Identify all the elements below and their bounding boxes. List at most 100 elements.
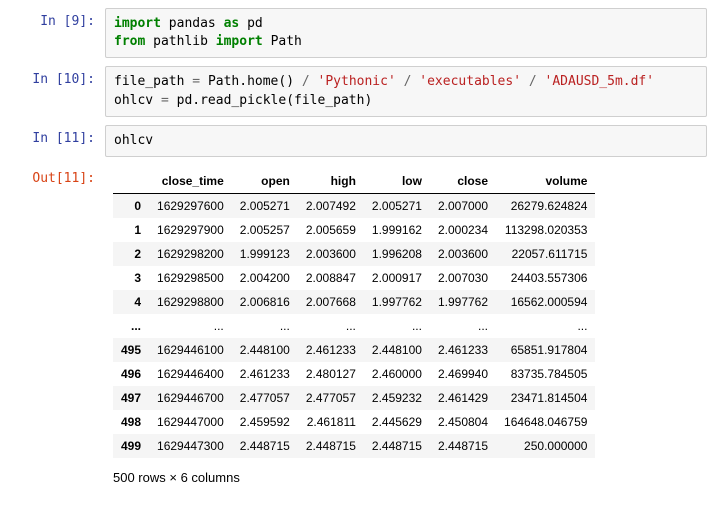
- input-prompt: In [11]:: [0, 125, 105, 157]
- table-cell: 2.477057: [232, 386, 298, 410]
- table-cell: 1629446700: [149, 386, 232, 410]
- table-row: 016292976002.0052712.0074922.0052712.007…: [113, 193, 595, 218]
- table-cell: 2.007492: [298, 193, 364, 218]
- table-cell: 2.005271: [364, 193, 430, 218]
- output-cell-11: Out[11]: close_time open high low close …: [0, 165, 707, 485]
- string: 'Pythonic': [318, 74, 396, 89]
- expr: pd.read_pickle(file_path): [177, 93, 373, 108]
- table-cell: 2.004200: [232, 266, 298, 290]
- row-index: 497: [113, 386, 149, 410]
- table-cell: 65851.917804: [496, 338, 595, 362]
- output-prompt: Out[11]:: [0, 165, 105, 485]
- keyword: from: [114, 34, 145, 49]
- table-cell: 2.460000: [364, 362, 430, 386]
- keyword: import: [216, 34, 263, 49]
- op: /: [404, 74, 412, 89]
- code-cell-9: In [9]: import pandas as pd from pathlib…: [0, 8, 707, 58]
- name: Path: [271, 34, 302, 49]
- table-cell: ...: [430, 314, 496, 338]
- table-cell: 1.997762: [430, 290, 496, 314]
- table-cell: 2.448100: [232, 338, 298, 362]
- var: ohlcv: [114, 93, 153, 108]
- table-cell: 2.007000: [430, 193, 496, 218]
- table-cell: 2.480127: [298, 362, 364, 386]
- table-cell: 2.461233: [232, 362, 298, 386]
- table-cell: 24403.557306: [496, 266, 595, 290]
- row-index: 496: [113, 362, 149, 386]
- row-index: 4: [113, 290, 149, 314]
- table-cell: 2.003600: [298, 242, 364, 266]
- table-cell: 1629297900: [149, 218, 232, 242]
- row-index: 0: [113, 193, 149, 218]
- op: /: [529, 74, 537, 89]
- table-cell: 2.459232: [364, 386, 430, 410]
- table-cell: 26279.624824: [496, 193, 595, 218]
- module: pandas: [169, 16, 216, 31]
- table-cell: 1.999123: [232, 242, 298, 266]
- table-cell: 1.997762: [364, 290, 430, 314]
- table-row: 49616294464002.4612332.4801272.4600002.4…: [113, 362, 595, 386]
- var: ohlcv: [114, 133, 153, 148]
- row-index: 2: [113, 242, 149, 266]
- table-cell: 2.448100: [364, 338, 430, 362]
- table-cell: 1629297600: [149, 193, 232, 218]
- row-index: 495: [113, 338, 149, 362]
- op: =: [192, 74, 200, 89]
- op: /: [302, 74, 310, 89]
- table-cell: 2.461233: [298, 338, 364, 362]
- table-cell: 1629446400: [149, 362, 232, 386]
- table-cell: ...: [496, 314, 595, 338]
- col-header: open: [232, 169, 298, 194]
- table-cell: 2.000917: [364, 266, 430, 290]
- code-input[interactable]: import pandas as pd from pathlib import …: [105, 8, 707, 58]
- table-cell: 1629298500: [149, 266, 232, 290]
- table-row: 316292985002.0042002.0088472.0009172.007…: [113, 266, 595, 290]
- table-cell: 1629447300: [149, 434, 232, 458]
- table-cell: ...: [232, 314, 298, 338]
- table-cell: 2.448715: [430, 434, 496, 458]
- table-cell: ...: [298, 314, 364, 338]
- op: =: [161, 93, 169, 108]
- table-cell: 2.461811: [298, 410, 364, 434]
- col-header: high: [298, 169, 364, 194]
- cell-content: file_path = Path.home() / 'Pythonic' / '…: [105, 66, 707, 116]
- table-row: 49516294461002.4481002.4612332.4481002.4…: [113, 338, 595, 362]
- table-cell: 1629446100: [149, 338, 232, 362]
- table-cell: 1629447000: [149, 410, 232, 434]
- table-row: 416292988002.0068162.0076681.9977621.997…: [113, 290, 595, 314]
- code-input[interactable]: file_path = Path.home() / 'Pythonic' / '…: [105, 66, 707, 116]
- table-row: .....................: [113, 314, 595, 338]
- col-header: volume: [496, 169, 595, 194]
- table-row: 116292979002.0052572.0056591.9991622.000…: [113, 218, 595, 242]
- table-cell: 1629298200: [149, 242, 232, 266]
- table-row: 49916294473002.4487152.4487152.4487152.4…: [113, 434, 595, 458]
- table-cell: 22057.611715: [496, 242, 595, 266]
- module: pathlib: [153, 34, 208, 49]
- table-cell: 2.450804: [430, 410, 496, 434]
- table-cell: 16562.000594: [496, 290, 595, 314]
- expr: Path.home(): [208, 74, 294, 89]
- index-header: [113, 169, 149, 194]
- keyword: as: [224, 16, 240, 31]
- cell-content: ohlcv: [105, 125, 707, 157]
- table-cell: 2.003600: [430, 242, 496, 266]
- table-cell: 2.000234: [430, 218, 496, 242]
- code-input[interactable]: ohlcv: [105, 125, 707, 157]
- table-cell: 2.006816: [232, 290, 298, 314]
- table-row: 49816294470002.4595922.4618112.4456292.4…: [113, 410, 595, 434]
- table-cell: 2.461233: [430, 338, 496, 362]
- row-index: ...: [113, 314, 149, 338]
- alias: pd: [247, 16, 263, 31]
- table-cell: 2.007668: [298, 290, 364, 314]
- table-cell: 1.999162: [364, 218, 430, 242]
- input-prompt: In [9]:: [0, 8, 105, 58]
- string: 'ADAUSD_5m.df': [545, 74, 655, 89]
- table-cell: 83735.784505: [496, 362, 595, 386]
- table-cell: ...: [149, 314, 232, 338]
- table-cell: 2.459592: [232, 410, 298, 434]
- row-index: 1: [113, 218, 149, 242]
- table-cell: 2.445629: [364, 410, 430, 434]
- col-header: close: [430, 169, 496, 194]
- table-cell: 113298.020353: [496, 218, 595, 242]
- input-prompt: In [10]:: [0, 66, 105, 116]
